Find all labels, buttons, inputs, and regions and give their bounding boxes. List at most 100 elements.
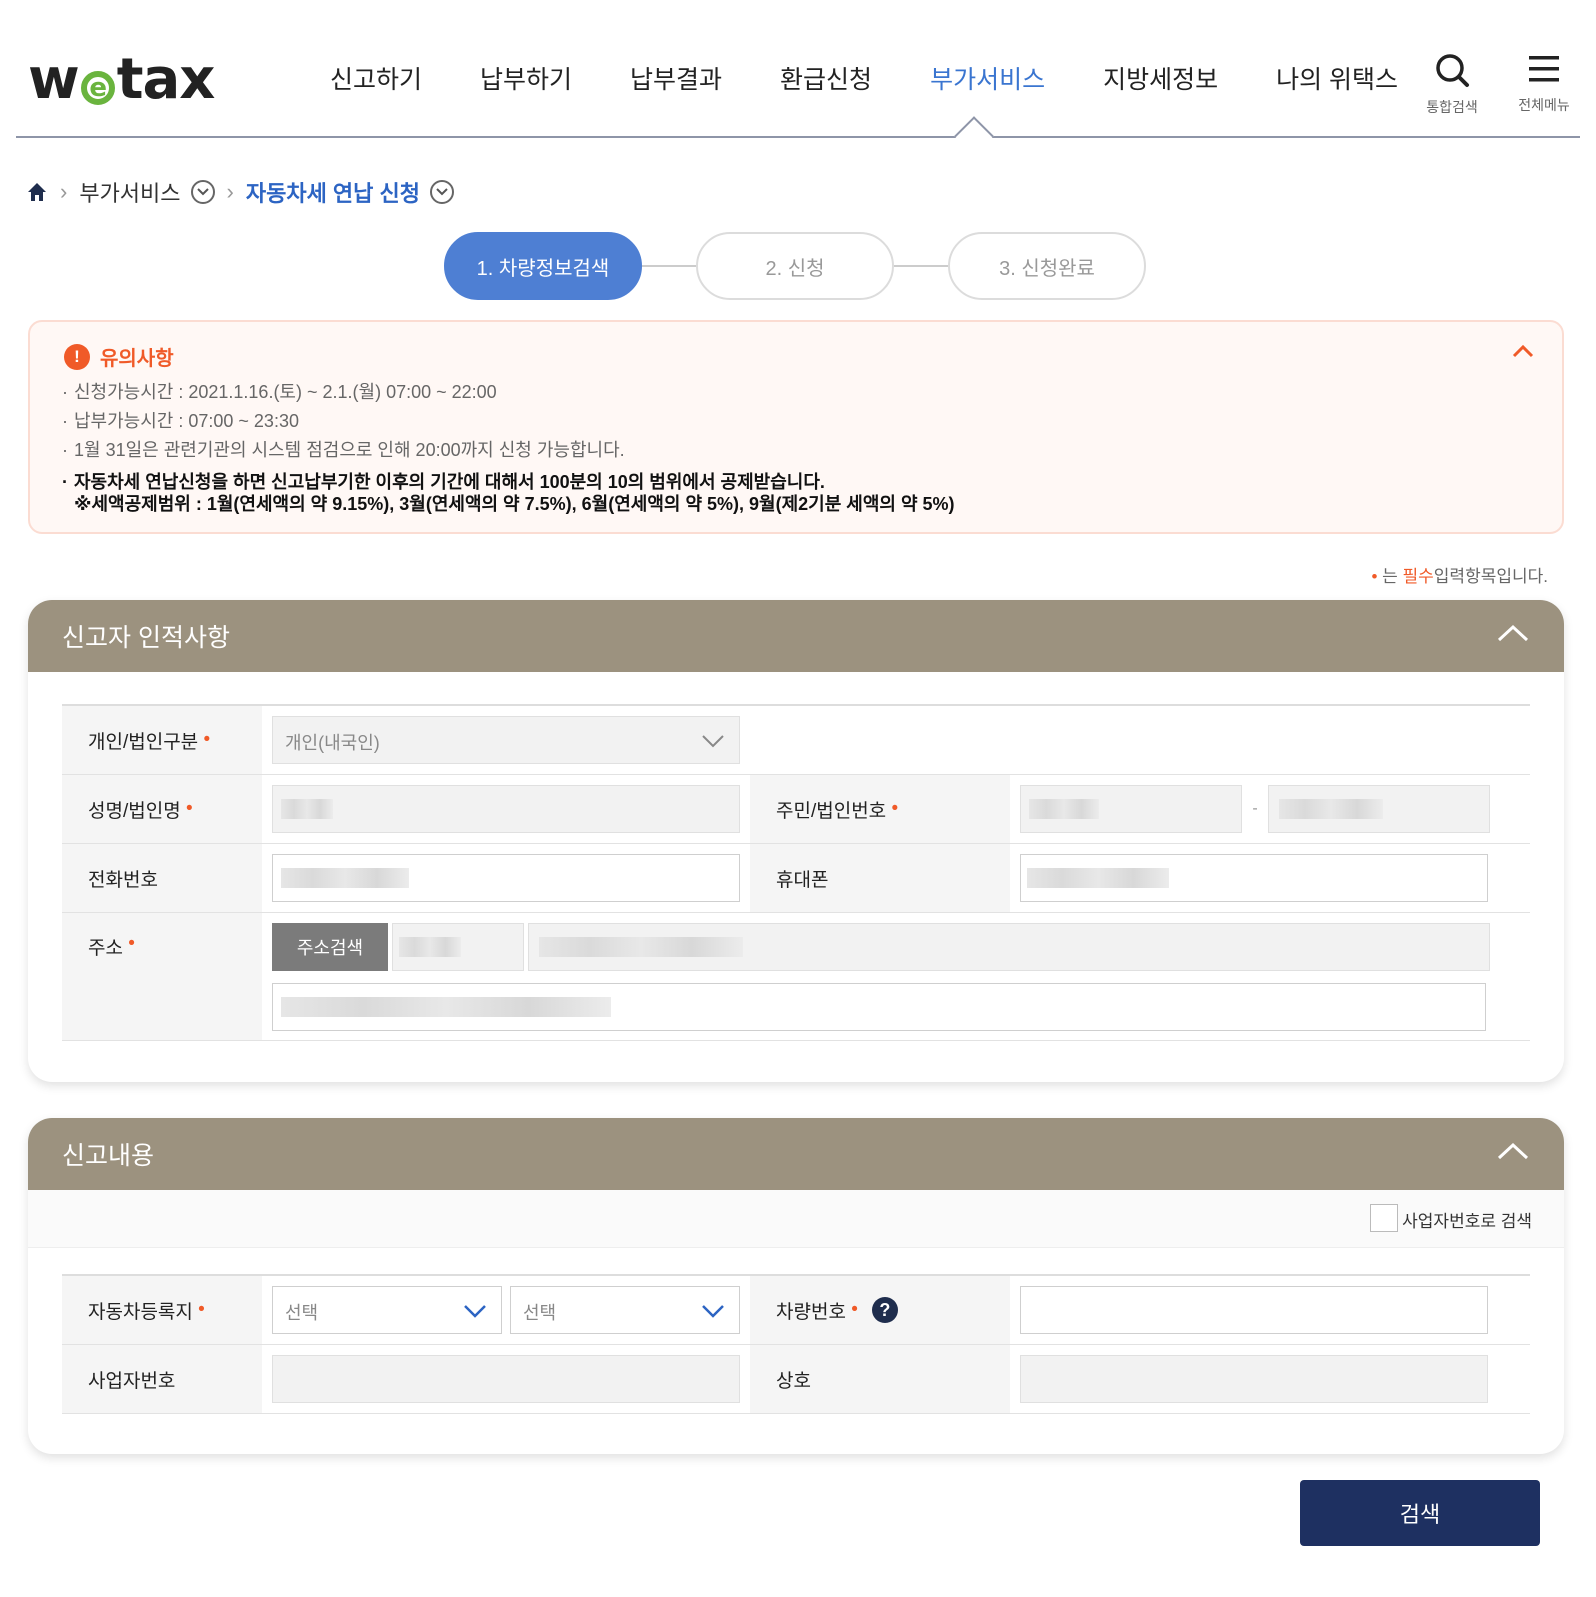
field-cell [1010, 1345, 1530, 1413]
checkbox-label: 사업자번호로 검색 [1402, 1212, 1532, 1231]
notice-deduction-range: ※세액공제범위 : 1월(연세액의 약 9.15%), 3월(연세액의 약 7.… [74, 494, 955, 514]
car-number-field[interactable] [1020, 1286, 1488, 1334]
reporter-info-panel: 신고자 인적사항 개인/법인구분 • 개인(내국인) 성명/법인명 • 주민/법… [28, 600, 1564, 1082]
nav-pay[interactable]: 납부하기 [480, 60, 572, 100]
step-connector [642, 265, 696, 267]
header-divider [16, 136, 1580, 138]
integrated-search-button[interactable]: 통합검색 [1412, 52, 1492, 117]
field-cell: 개인(내국인) [262, 706, 750, 774]
breadcrumb-extra-services[interactable]: 부가서비스 [79, 176, 180, 208]
person-type-select[interactable]: 개인(내국인) [272, 716, 740, 764]
nav-refund[interactable]: 환급신청 [780, 60, 872, 100]
address-row: 주소검색 [272, 923, 1490, 971]
home-icon[interactable] [26, 181, 48, 203]
panel-title: 신고자 인적사항 [62, 624, 230, 652]
field-label: 성명/법인명 • [62, 775, 262, 843]
breadcrumb-current[interactable]: 자동차세 연납 신청 [246, 176, 420, 208]
nav-extra-services[interactable]: 부가서비스 [930, 60, 1045, 100]
notice-title: ! 유의사항 [64, 342, 174, 371]
region-select-1[interactable]: 선택 [272, 1286, 502, 1334]
mobile-field[interactable] [1020, 854, 1488, 902]
notice-deduction-text: 자동차세 연납신청을 하면 신고납부기한 이후의 기간에 대해서 100분의 1… [74, 472, 825, 492]
biz-number-search-checkbox[interactable] [1370, 1204, 1398, 1232]
notice-list: 신청가능시간 : 2021.1.16.(토) ~ 2.1.(월) 07:00 ~… [62, 378, 955, 515]
hamburger-icon [1529, 56, 1559, 82]
field-label: 휴대폰 [750, 844, 1010, 912]
wetax-logo[interactable]: w e tax [28, 50, 215, 110]
field-label: 사업자번호 [62, 1345, 262, 1413]
nav-report[interactable]: 신고하기 [330, 60, 422, 100]
name-field[interactable] [272, 785, 740, 833]
notice-item: 신청가능시간 : 2021.1.16.(토) ~ 2.1.(월) 07:00 ~… [62, 378, 955, 407]
address-field [528, 923, 1490, 971]
field-label: 차량번호 •? [750, 1276, 1010, 1344]
chevron-down-icon [464, 1305, 486, 1318]
field-cell: 선택 선택 [262, 1276, 750, 1344]
field-label: 주소 • [62, 913, 262, 1040]
field-cell [262, 775, 750, 843]
table-row: 주소 • 주소검색 [62, 913, 1530, 1041]
company-name-field [1020, 1355, 1488, 1403]
field-cell: - [1010, 775, 1530, 843]
notice-item: 납부가능시간 : 07:00 ~ 23:30 [62, 407, 955, 436]
help-icon[interactable]: ? [871, 1297, 898, 1323]
step-vehicle-search: 1. 차량정보검색 [444, 232, 642, 300]
warning-icon: ! [64, 343, 90, 370]
field-label: 주민/법인번호 • [750, 775, 1010, 843]
step-complete: 3. 신청완료 [948, 232, 1146, 300]
region-select-2[interactable]: 선택 [510, 1286, 740, 1334]
chevron-down-icon [702, 735, 724, 748]
field-cell [262, 844, 750, 912]
chevron-right-icon: › [60, 179, 68, 204]
nav-local-tax-info[interactable]: 지방세정보 [1103, 60, 1218, 100]
table-row: 성명/법인명 • 주민/법인번호 • - [62, 775, 1530, 844]
table-row: 자동차등록지 • 선택 선택 차량번호 •? [62, 1276, 1530, 1345]
all-menu-button[interactable]: 전체메뉴 [1504, 52, 1584, 115]
required-note: • 는 필수입력항목입니다. [1371, 567, 1548, 586]
search-button[interactable]: 검색 [1300, 1480, 1540, 1546]
search-label: 통합검색 [1426, 99, 1478, 115]
nav-pay-result[interactable]: 납부결과 [630, 60, 722, 100]
notice-item-emphasis: 자동차세 연납신청을 하면 신고납부기한 이후의 기간에 대해서 100분의 1… [62, 471, 955, 515]
chevron-up-icon[interactable] [1512, 344, 1534, 358]
id-number-back[interactable] [1268, 785, 1490, 833]
panel-header: 신고내용 [28, 1118, 1564, 1190]
biz-number-field [272, 1355, 740, 1403]
field-label: 상호 [750, 1345, 1010, 1413]
chevron-up-icon[interactable] [1496, 1140, 1530, 1162]
notice-item: 1월 31일은 관련기관의 시스템 점검으로 인해 20:00까지 신청 가능합… [62, 436, 955, 465]
search-option-bar: 사업자번호로 검색 [28, 1190, 1564, 1248]
table-row: 사업자번호 상호 [62, 1345, 1530, 1414]
field-label: 전화번호 [62, 844, 262, 912]
table-row: 개인/법인구분 • 개인(내국인) [62, 706, 1530, 775]
field-label: 자동차등록지 • [62, 1276, 262, 1344]
chevron-up-icon[interactable] [1496, 622, 1530, 644]
id-number-front[interactable] [1020, 785, 1242, 833]
chevron-down-icon[interactable] [430, 180, 455, 204]
postal-code-field [392, 923, 524, 971]
id-separator: - [1252, 800, 1258, 817]
notice-box: ! 유의사항 신청가능시간 : 2021.1.16.(토) ~ 2.1.(월) … [28, 320, 1564, 534]
step-apply: 2. 신청 [696, 232, 894, 300]
field-label: 개인/법인구분 • [62, 706, 262, 774]
field-cell [262, 1345, 750, 1413]
step-connector [894, 265, 948, 267]
progress-steps: 1. 차량정보검색 2. 신청 3. 신청완료 [444, 232, 1146, 300]
search-icon [1436, 54, 1469, 87]
chevron-right-icon: › [226, 179, 234, 204]
phone-field[interactable] [272, 854, 740, 902]
report-form: 자동차등록지 • 선택 선택 차량번호 •? 사업자번호 상호 [62, 1274, 1530, 1414]
notice-title-text: 유의사항 [100, 348, 174, 370]
field-cell: 주소검색 [262, 913, 1530, 1040]
nav-my-wetax[interactable]: 나의 위택스 [1276, 60, 1398, 100]
address-detail-field[interactable] [272, 983, 1486, 1031]
address-search-button[interactable]: 주소검색 [272, 923, 388, 971]
panel-header: 신고자 인적사항 [28, 600, 1564, 672]
breadcrumb: › 부가서비스 › 자동차세 연납 신청 [26, 172, 455, 212]
reporter-form: 개인/법인구분 • 개인(내국인) 성명/법인명 • 주민/법인번호 • - 전… [62, 704, 1530, 1041]
chevron-down-icon [702, 1305, 724, 1318]
field-cell [1010, 844, 1530, 912]
active-nav-caret [954, 116, 994, 156]
chevron-down-icon[interactable] [190, 180, 215, 204]
main-nav: 신고하기 납부하기 납부결과 환급신청 부가서비스 지방세정보 나의 위택스 [330, 60, 1456, 100]
